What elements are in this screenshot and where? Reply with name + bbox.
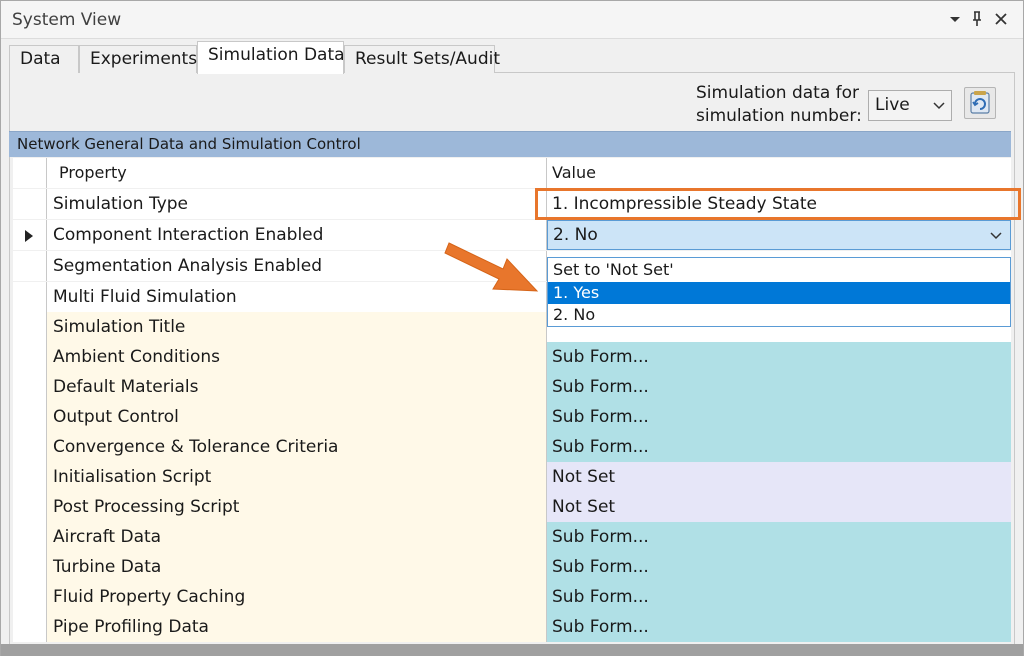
property-label: Turbine Data xyxy=(47,552,547,582)
table-row[interactable]: Aircraft Data Sub Form... xyxy=(13,522,1011,552)
title-bar: System View xyxy=(1,1,1023,39)
table-row[interactable]: Fluid Property Caching Sub Form... xyxy=(13,582,1011,612)
property-value[interactable]: Sub Form... xyxy=(547,612,1011,642)
property-value[interactable]: Sub Form... xyxy=(547,432,1011,462)
property-value[interactable]: Sub Form... xyxy=(547,522,1011,552)
system-view-panel: System View Data Experiments Simulation … xyxy=(0,0,1024,656)
simulation-number-value: Live xyxy=(875,95,910,115)
footer-strip xyxy=(1,644,1023,656)
chevron-down-icon xyxy=(933,91,945,131)
highlight-annotation xyxy=(535,188,1021,220)
property-value[interactable]: Sub Form... xyxy=(547,552,1011,582)
property-value[interactable]: Sub Form... xyxy=(547,402,1011,432)
value-combobox[interactable]: 2. No xyxy=(547,220,1011,250)
property-value[interactable]: Not Set xyxy=(547,462,1011,492)
close-icon[interactable] xyxy=(991,7,1011,31)
simulation-number-select[interactable]: Live xyxy=(868,90,952,121)
section-header: Network General Data and Simulation Cont… xyxy=(9,131,1011,157)
tab-data[interactable]: Data xyxy=(9,45,79,73)
grid-header-row: Property Value xyxy=(13,158,1011,188)
property-label: Initialisation Script xyxy=(47,462,547,492)
property-label: Post Processing Script xyxy=(47,492,547,522)
dropdown-option-no[interactable]: 2. No xyxy=(548,304,1010,326)
property-label: Default Materials xyxy=(47,372,547,402)
refresh-button[interactable] xyxy=(964,87,996,119)
simulation-number-label: Simulation data for simulation number: xyxy=(696,83,862,126)
combobox-value: 2. No xyxy=(553,225,598,245)
value-dropdown-list[interactable]: Set to 'Not Set' 1. Yes 2. No xyxy=(547,257,1011,327)
property-value[interactable]: Sub Form... xyxy=(547,342,1011,372)
table-row[interactable]: Initialisation Script Not Set xyxy=(13,462,1011,492)
property-label: Fluid Property Caching xyxy=(47,582,547,612)
table-row[interactable]: Output Control Sub Form... xyxy=(13,402,1011,432)
property-label: Pipe Profiling Data xyxy=(47,612,547,642)
property-label: Simulation Title xyxy=(47,312,547,342)
current-row-indicator-icon xyxy=(25,230,33,242)
property-value[interactable]: Sub Form... xyxy=(547,582,1011,612)
table-row[interactable]: Convergence & Tolerance Criteria Sub For… xyxy=(13,432,1011,462)
tab-experiments[interactable]: Experiments xyxy=(79,45,197,73)
tab-strip: Data Experiments Simulation Data Result … xyxy=(9,41,1015,74)
tab-result-sets-audit[interactable]: Result Sets/Audit xyxy=(344,45,500,73)
property-label: Convergence & Tolerance Criteria xyxy=(47,432,547,462)
pin-icon[interactable] xyxy=(967,7,987,31)
property-value[interactable]: Sub Form... xyxy=(547,372,1011,402)
dropdown-option-yes[interactable]: 1. Yes xyxy=(548,282,1010,304)
dropdown-option-not-set[interactable]: Set to 'Not Set' xyxy=(548,259,1010,281)
table-row[interactable]: Post Processing Script Not Set xyxy=(13,492,1011,522)
table-row[interactable]: Ambient Conditions Sub Form... xyxy=(13,342,1011,372)
value-column-header: Value xyxy=(547,158,1011,188)
table-row[interactable]: Turbine Data Sub Form... xyxy=(13,552,1011,582)
arrow-annotation-icon xyxy=(444,242,539,292)
property-column-header: Property xyxy=(47,158,547,188)
property-label: Simulation Type xyxy=(47,189,547,219)
tab-simulation-data[interactable]: Simulation Data xyxy=(197,41,345,74)
property-value[interactable]: Not Set xyxy=(547,492,1011,522)
refresh-icon xyxy=(970,91,990,114)
property-label: Ambient Conditions xyxy=(47,342,547,372)
property-label: Aircraft Data xyxy=(47,522,547,552)
window-title: System View xyxy=(12,10,122,30)
table-row[interactable]: Default Materials Sub Form... xyxy=(13,372,1011,402)
table-row[interactable]: Pipe Profiling Data Sub Form... xyxy=(13,612,1011,642)
property-label: Output Control xyxy=(47,402,547,432)
chevron-down-icon[interactable] xyxy=(945,7,965,31)
